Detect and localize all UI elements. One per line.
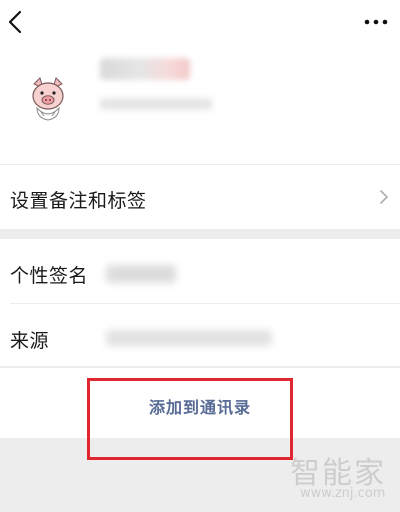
signature-label: 个性签名	[10, 265, 89, 287]
back-button[interactable]	[0, 0, 40, 44]
top-navigation-bar	[0, 0, 400, 44]
chevron-left-icon	[8, 10, 22, 34]
contact-id-redacted	[100, 98, 212, 110]
source-value-redacted	[106, 330, 272, 346]
avatar[interactable]	[24, 74, 72, 122]
contact-name-redacted[interactable]	[100, 58, 190, 80]
more-options-button[interactable]	[352, 0, 400, 44]
section-gap	[0, 229, 400, 239]
watermark: 智能家 www.znj.com	[288, 448, 396, 506]
remark-tags-label: 设置备注和标签	[10, 190, 147, 212]
source-label: 来源	[10, 330, 50, 352]
source-row: 来源	[0, 304, 400, 368]
more-dots-icon	[364, 19, 388, 25]
signature-row: 个性签名	[0, 239, 400, 303]
watermark-url: www.znj.com	[300, 486, 386, 501]
signature-value-redacted	[106, 265, 176, 283]
pig-avatar-icon	[32, 77, 64, 121]
profile-header	[0, 44, 400, 164]
chevron-right-icon	[380, 190, 388, 204]
remark-tags-row[interactable]: 设置备注和标签	[0, 165, 400, 229]
add-to-contacts-button[interactable]: 添加到通讯录	[0, 394, 400, 418]
action-area: 添加到通讯录	[0, 368, 400, 438]
